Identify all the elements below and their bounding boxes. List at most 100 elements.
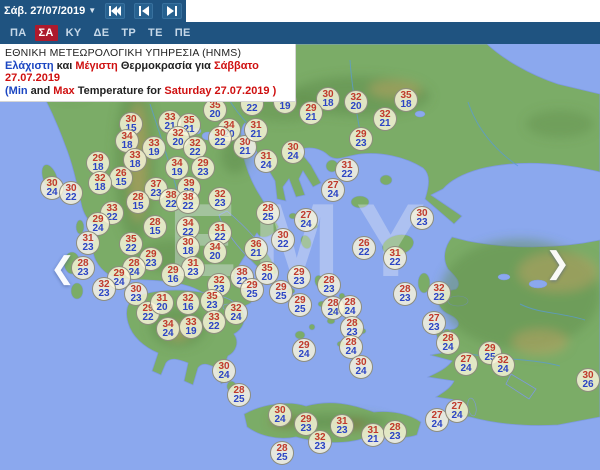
min-temperature: 24 (442, 342, 454, 353)
next-day-button[interactable] (162, 3, 182, 19)
min-temperature: 23 (293, 276, 305, 287)
tab-ΚΥ[interactable]: ΚΥ (62, 25, 86, 41)
map-header-box: ΕΘΝΙΚΗ ΜΕΤΕΩΡΟΛΟΓΙΚΗ ΥΠΗΡΕΣΙΑ (HNMS) Ελά… (0, 44, 296, 102)
min-temperature: 24 (460, 363, 472, 374)
min-temperature: 23 (197, 167, 209, 178)
station-marker: 30 18 (176, 235, 200, 259)
previous-map-arrow[interactable]: ❮ (50, 254, 75, 284)
tab-ΤΕ[interactable]: ΤΕ (144, 25, 167, 41)
next-icon (167, 6, 178, 16)
station-marker: 32 22 (427, 281, 451, 305)
min-temperature: 22 (389, 257, 401, 268)
min-temperature: 22 (165, 199, 177, 210)
station-marker: 29 25 (288, 293, 312, 317)
min-temperature: 15 (132, 201, 144, 212)
min-temperature: 24 (344, 306, 356, 317)
station-marker: 30 22 (271, 228, 295, 252)
min-temperature: 21 (239, 146, 251, 157)
min-temperature: 24 (451, 410, 463, 421)
station-marker: 27 24 (454, 352, 478, 376)
min-temperature: 22 (277, 239, 289, 250)
min-temperature: 22 (208, 321, 220, 332)
skip-first-icon (108, 6, 121, 16)
min-temperature: 23 (82, 242, 94, 253)
min-temperature: 24 (298, 349, 310, 360)
min-temperature: 19 (171, 167, 183, 178)
station-marker: 30 24 (268, 403, 292, 427)
station-marker: 33 19 (179, 315, 203, 339)
min-temperature: 23 (145, 258, 157, 269)
min-temperature: 18 (400, 99, 412, 110)
station-marker: 29 24 (292, 338, 316, 362)
station-marker: 28 23 (393, 282, 417, 306)
station-marker: 31 23 (76, 231, 100, 255)
min-temperature: 22 (65, 192, 77, 203)
tab-ΠΑ[interactable]: ΠΑ (6, 25, 31, 41)
previous-day-button[interactable] (133, 3, 154, 19)
day-tabs: ΠΑ ΣΑ ΚΥ ΔΕ ΤΡ ΤΕ ΠΕ (0, 22, 600, 44)
min-temperature: 24 (46, 187, 58, 198)
station-marker: 31 22 (383, 246, 407, 270)
tab-ΣΑ[interactable]: ΣΑ (34, 25, 58, 41)
min-temperature: 19 (185, 326, 197, 337)
station-marker: 28 25 (256, 201, 280, 225)
min-temperature: 24 (162, 328, 174, 339)
min-temperature: 23 (187, 267, 199, 278)
stations-layer: 3015332135213520342035223418322030223319… (0, 44, 600, 470)
station-marker: 32 21 (373, 107, 397, 131)
tab-ΤΡ[interactable]: ΤΡ (117, 25, 140, 41)
station-marker: 32 23 (92, 277, 116, 301)
min-temperature: 23 (428, 322, 440, 333)
min-temperature: 25 (276, 452, 288, 463)
station-marker: 28 15 (143, 215, 167, 239)
station-marker: 28 25 (227, 383, 251, 407)
tab-ΠΕ[interactable]: ΠΕ (171, 25, 195, 41)
min-temperature: 22 (358, 247, 370, 258)
station-marker: 32 23 (308, 430, 332, 454)
min-temperature: 22 (341, 169, 353, 180)
min-temperature: 16 (167, 274, 179, 285)
min-temperature: 20 (350, 101, 362, 112)
date-dropdown[interactable]: Σάβ. 27/07/2019 ▼ (4, 5, 96, 17)
next-map-arrow[interactable]: ❯ (545, 249, 570, 279)
min-temperature: 25 (246, 289, 258, 300)
min-temperature: 24 (218, 370, 230, 381)
station-marker: 28 24 (436, 331, 460, 355)
min-temperature: 23 (130, 293, 142, 304)
previous-icon (138, 6, 149, 16)
min-temperature: 23 (355, 138, 367, 149)
station-marker: 29 21 (299, 101, 323, 125)
title-bar: Σάβ. 27/07/2019 ▼ (0, 0, 186, 22)
min-temperature: 23 (389, 431, 401, 442)
station-marker: 31 23 (330, 414, 354, 438)
min-temperature: 24 (431, 419, 443, 430)
min-temperature: 24 (230, 312, 242, 323)
station-marker: 32 24 (224, 301, 248, 325)
min-temperature: 22 (142, 312, 154, 323)
tab-ΔΕ[interactable]: ΔΕ (90, 25, 114, 41)
min-temperature: 21 (379, 118, 391, 129)
min-temperature: 15 (149, 226, 161, 237)
min-temperature: 23 (399, 293, 411, 304)
min-temperature: 23 (314, 441, 326, 452)
min-temperature: 23 (206, 300, 218, 311)
skip-first-button[interactable] (105, 3, 125, 19)
min-temperature: 20 (209, 251, 221, 262)
min-temperature: 19 (279, 101, 291, 112)
min-temperature: 25 (275, 291, 287, 302)
min-temperature: 23 (336, 425, 348, 436)
station-marker: 33 22 (202, 310, 226, 334)
station-marker: 3420 (203, 240, 227, 264)
min-temperature: 22 (182, 201, 194, 212)
min-temperature: 24 (287, 151, 299, 162)
service-name: ΕΘΝΙΚΗ ΜΕΤΕΩΡΟΛΟΓΙΚΗ ΥΠΗΡΕΣΙΑ (HNMS) (5, 47, 242, 59)
min-temperature: 26 (582, 379, 594, 390)
min-temperature: 24 (355, 366, 367, 377)
min-temperature: 23 (77, 267, 89, 278)
min-temperature: 20 (261, 272, 273, 283)
min-temperature: 21 (305, 112, 317, 123)
station-marker: 30 23 (410, 206, 434, 230)
min-temperature: 25 (233, 394, 245, 405)
date-label: Σάβ. 27/07/2019 (4, 5, 86, 17)
station-marker: 32 24 (491, 353, 515, 377)
